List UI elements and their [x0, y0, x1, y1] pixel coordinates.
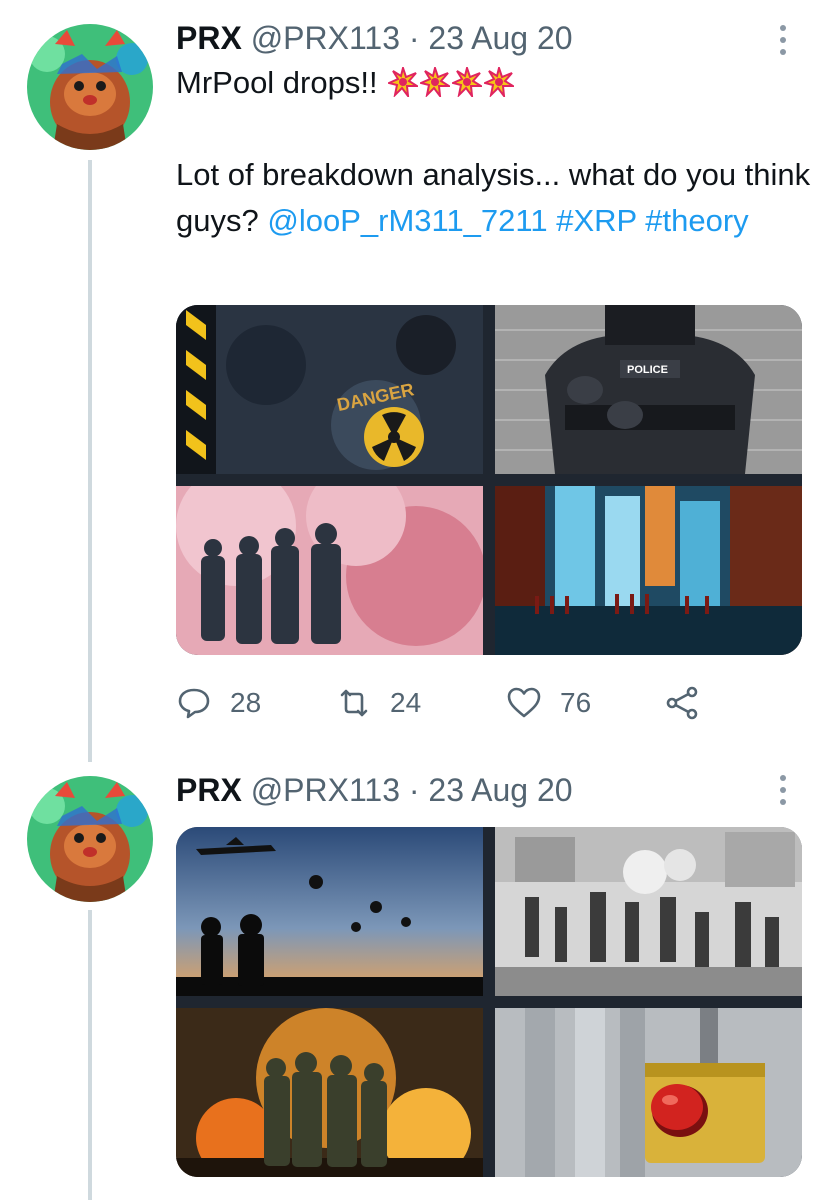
thread-connector-line-2	[88, 910, 92, 1200]
police-label: POLICE	[627, 364, 668, 376]
author-handle[interactable]: @PRX113	[251, 772, 400, 808]
media-image-red-button[interactable]	[495, 1008, 802, 1177]
hashtag-theory-link[interactable]: #theory	[645, 203, 748, 238]
media-image-swat-smoke[interactable]	[176, 486, 483, 655]
collision-icon	[420, 67, 451, 97]
riot-engraving-icon	[495, 827, 802, 996]
tweet-header: PRX @PRX113 · 23 Aug 20	[176, 18, 573, 58]
media-image-city[interactable]	[495, 486, 802, 655]
tweet-header: PRX @PRX113 · 23 Aug 20	[176, 770, 573, 810]
hashtag-xrp-link[interactable]: #XRP	[556, 203, 636, 238]
paratroopers-icon	[176, 827, 483, 996]
media-image-paratroopers[interactable]	[176, 827, 483, 996]
media-image-police[interactable]: POLICE	[495, 305, 802, 474]
tweet-media-grid: DANGER POLICE	[176, 305, 802, 655]
header-separator: ·	[408, 772, 420, 808]
share-button[interactable]	[664, 680, 700, 726]
tweet-text-line1: MrPool drops!!	[176, 65, 378, 100]
tweet-date[interactable]: 23 Aug 20	[428, 20, 572, 56]
avatar-image	[27, 776, 153, 902]
collision-icon	[484, 67, 515, 97]
soldiers-fire-icon	[176, 1008, 483, 1177]
mention-link[interactable]: @looP_rM311_7211	[267, 203, 547, 238]
tweet-actions: 28 24 76	[176, 680, 736, 726]
avatar-image	[27, 24, 153, 150]
retweet-icon	[340, 689, 368, 717]
media-image-riot-engraving[interactable]	[495, 827, 802, 996]
reply-button[interactable]: 28	[176, 680, 261, 726]
tweet-media-grid	[176, 827, 802, 1177]
avatar[interactable]	[27, 24, 153, 150]
thread-connector-line	[88, 160, 92, 762]
tweet-date[interactable]: 23 Aug 20	[428, 772, 572, 808]
header-separator: ·	[408, 20, 420, 56]
retweet-count: 24	[390, 687, 422, 718]
more-options-icon[interactable]	[766, 770, 800, 810]
retweet-button[interactable]: 24	[336, 680, 421, 726]
like-button[interactable]: 76	[506, 680, 591, 726]
media-image-soldiers-fire[interactable]	[176, 1008, 483, 1177]
share-icon	[666, 686, 698, 720]
futuristic-city-icon	[495, 486, 802, 655]
media-image-danger[interactable]: DANGER	[176, 305, 483, 474]
like-count: 76	[560, 687, 592, 718]
author-name[interactable]: PRX	[176, 772, 242, 808]
heart-icon	[507, 687, 541, 718]
tweet-text: MrPool drops!! Lot of breakdown analysis…	[176, 60, 816, 244]
author-handle[interactable]: @PRX113	[251, 20, 400, 56]
armored-police-icon: POLICE	[495, 305, 802, 474]
collision-icon	[452, 67, 483, 97]
radiation-icon: DANGER	[176, 305, 483, 474]
reply-count: 28	[230, 687, 262, 718]
collision-icon	[388, 67, 419, 97]
author-name[interactable]: PRX	[176, 20, 242, 56]
avatar[interactable]	[27, 776, 153, 902]
reply-icon	[178, 688, 210, 719]
swat-team-smoke-icon	[176, 486, 483, 655]
red-button-icon	[495, 1008, 802, 1177]
more-options-icon[interactable]	[766, 20, 800, 60]
